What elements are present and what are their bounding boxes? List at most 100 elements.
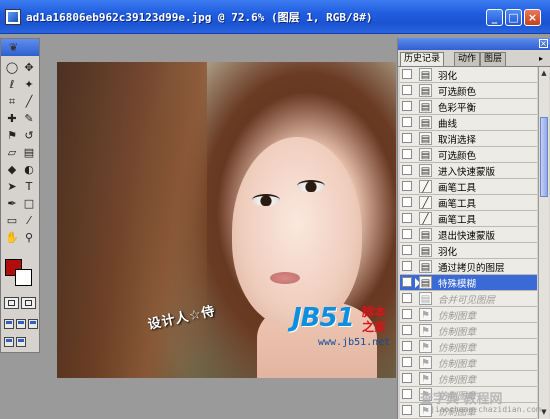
healing-brush-icon[interactable]: ✚ — [5, 112, 19, 126]
toolbox: ❦ ◯ ✥ ℓ ✦ ⌗ ╱ ✚ ✎ ⚑ ↺ ▱ ▤ ◆ ◐ ➤ T ✒ □ ▭ ⁄ ✋ ⚲ — [0, 38, 40, 353]
hand-icon[interactable]: ✋ — [5, 231, 19, 245]
tab-actions[interactable]: 动作 — [454, 52, 481, 66]
minimize-button[interactable]: _ — [486, 9, 503, 26]
snapshot-checkbox[interactable] — [402, 229, 412, 239]
history-item[interactable]: ⚑ 仿制图章 — [400, 307, 537, 323]
snapshot-checkbox[interactable] — [402, 85, 412, 95]
history-item[interactable]: ▤ 色彩平衡 — [400, 99, 537, 115]
panel-close-button[interactable]: × — [539, 39, 548, 48]
tab-layers[interactable]: 图层 — [480, 52, 507, 66]
dodge-icon[interactable]: ◐ — [22, 163, 36, 177]
notes-icon[interactable]: ▭ — [5, 214, 19, 228]
crop-icon[interactable]: ⌗ — [5, 95, 19, 109]
magic-wand-icon[interactable]: ✦ — [22, 78, 36, 92]
history-step-icon: ⚑ — [419, 308, 432, 321]
snapshot-checkbox[interactable] — [402, 293, 412, 303]
snapshot-checkbox[interactable] — [402, 133, 412, 143]
history-item[interactable]: ╱ 画笔工具 — [400, 211, 537, 227]
snapshot-checkbox[interactable] — [402, 325, 412, 335]
history-item[interactable]: ▤ 取消选择 — [400, 131, 537, 147]
app-icon[interactable] — [5, 9, 21, 25]
screen-mode-full-button[interactable] — [28, 319, 38, 329]
history-item-label: 仿制图章 — [438, 359, 477, 370]
panel-menu-icon[interactable]: ▸ — [539, 54, 543, 63]
history-step-icon: ╱ — [419, 196, 432, 209]
eraser-icon[interactable]: ▱ — [5, 146, 19, 160]
clone-stamp-icon[interactable]: ⚑ — [5, 129, 19, 143]
history-item[interactable]: ▤ 合并可见图层 — [400, 291, 537, 307]
history-item-label: 合并可见图层 — [438, 295, 496, 306]
snapshot-checkbox[interactable] — [402, 261, 412, 271]
history-item-label: 通过拷贝的图层 — [438, 263, 505, 274]
history-step-icon: ▤ — [419, 148, 432, 161]
history-item[interactable]: ▤ 特殊模糊 — [400, 275, 537, 291]
scroll-thumb[interactable] — [540, 117, 548, 197]
history-item-label: 可选颜色 — [438, 151, 477, 162]
screen-mode-menu-button[interactable] — [16, 319, 26, 329]
snapshot-checkbox[interactable] — [402, 69, 412, 79]
history-brush-icon[interactable]: ↺ — [22, 129, 36, 143]
history-item[interactable]: ▤ 羽化 — [400, 243, 537, 259]
history-step-icon: ╱ — [419, 212, 432, 225]
standard-mode-button[interactable] — [4, 297, 19, 309]
history-item[interactable]: ▤ 进入快速蒙版 — [400, 163, 537, 179]
history-item[interactable]: ⚑ 仿制图章 — [400, 323, 537, 339]
history-item[interactable]: ╱ 画笔工具 — [400, 195, 537, 211]
slice-icon[interactable]: ╱ — [22, 95, 36, 109]
maximize-button[interactable]: □ — [505, 9, 522, 26]
snapshot-checkbox[interactable] — [402, 341, 412, 351]
snapshot-checkbox[interactable] — [402, 405, 412, 415]
snapshot-checkbox[interactable] — [402, 197, 412, 207]
move-icon[interactable]: ✥ — [22, 61, 36, 75]
snapshot-checkbox[interactable] — [402, 309, 412, 319]
tab-history[interactable]: 历史记录 — [400, 52, 445, 66]
gradient-icon[interactable]: ▤ — [22, 146, 36, 160]
eyedropper-icon[interactable]: ⁄ — [22, 214, 36, 228]
jump-button[interactable] — [16, 337, 26, 347]
history-item[interactable]: ╱ 画笔工具 — [400, 179, 537, 195]
history-scrollbar[interactable]: ▲ ▼ — [538, 67, 549, 419]
panel-header[interactable]: × — [398, 38, 550, 50]
history-item[interactable]: ▤ 曲线 — [400, 115, 537, 131]
lasso-icon[interactable]: ℓ — [5, 78, 19, 92]
history-item[interactable]: ▤ 退出快速蒙版 — [400, 227, 537, 243]
snapshot-checkbox[interactable] — [402, 389, 412, 399]
snapshot-checkbox[interactable] — [402, 181, 412, 191]
history-item[interactable]: ▤ 通过拷贝的图层 — [400, 259, 537, 275]
imageready-button[interactable] — [4, 337, 14, 347]
snapshot-checkbox[interactable] — [402, 165, 412, 175]
snapshot-checkbox[interactable] — [402, 245, 412, 255]
history-item[interactable]: ⚑ 仿制图章 — [400, 371, 537, 387]
history-item[interactable]: ⚑ 仿制图章 — [400, 339, 537, 355]
snapshot-checkbox[interactable] — [402, 149, 412, 159]
history-item[interactable]: ▤ 羽化 — [400, 67, 537, 83]
blur-icon[interactable]: ◆ — [5, 163, 19, 177]
history-item-label: 特殊模糊 — [438, 279, 477, 290]
shape-icon[interactable]: □ — [22, 197, 36, 211]
history-item[interactable]: ▤ 可选颜色 — [400, 83, 537, 99]
snapshot-checkbox[interactable] — [402, 101, 412, 111]
close-button[interactable]: × — [524, 9, 541, 26]
marquee-icon[interactable]: ◯ — [5, 61, 19, 75]
pen-icon[interactable]: ✒ — [5, 197, 19, 211]
history-item[interactable]: ▤ 可选颜色 — [400, 147, 537, 163]
path-select-icon[interactable]: ➤ — [5, 180, 19, 194]
photo-hair — [57, 62, 207, 378]
type-icon[interactable]: T — [22, 180, 36, 194]
snapshot-checkbox[interactable] — [402, 117, 412, 127]
snapshot-checkbox[interactable] — [402, 213, 412, 223]
background-color-swatch[interactable] — [15, 269, 32, 286]
history-step-icon: ⚑ — [419, 340, 432, 353]
toolbox-header[interactable]: ❦ — [1, 39, 39, 56]
brush-icon[interactable]: ✎ — [22, 112, 36, 126]
scroll-up-icon[interactable]: ▲ — [540, 68, 548, 78]
snapshot-checkbox[interactable] — [402, 357, 412, 367]
quick-mask-button[interactable] — [21, 297, 36, 309]
scroll-down-icon[interactable]: ▼ — [540, 407, 548, 417]
history-item[interactable]: ⚑ 仿制图章 — [400, 355, 537, 371]
history-step-icon: ▤ — [419, 292, 432, 305]
snapshot-checkbox[interactable] — [402, 373, 412, 383]
snapshot-checkbox[interactable] — [402, 277, 412, 287]
screen-mode-standard-button[interactable] — [4, 319, 14, 329]
zoom-icon[interactable]: ⚲ — [22, 231, 36, 245]
